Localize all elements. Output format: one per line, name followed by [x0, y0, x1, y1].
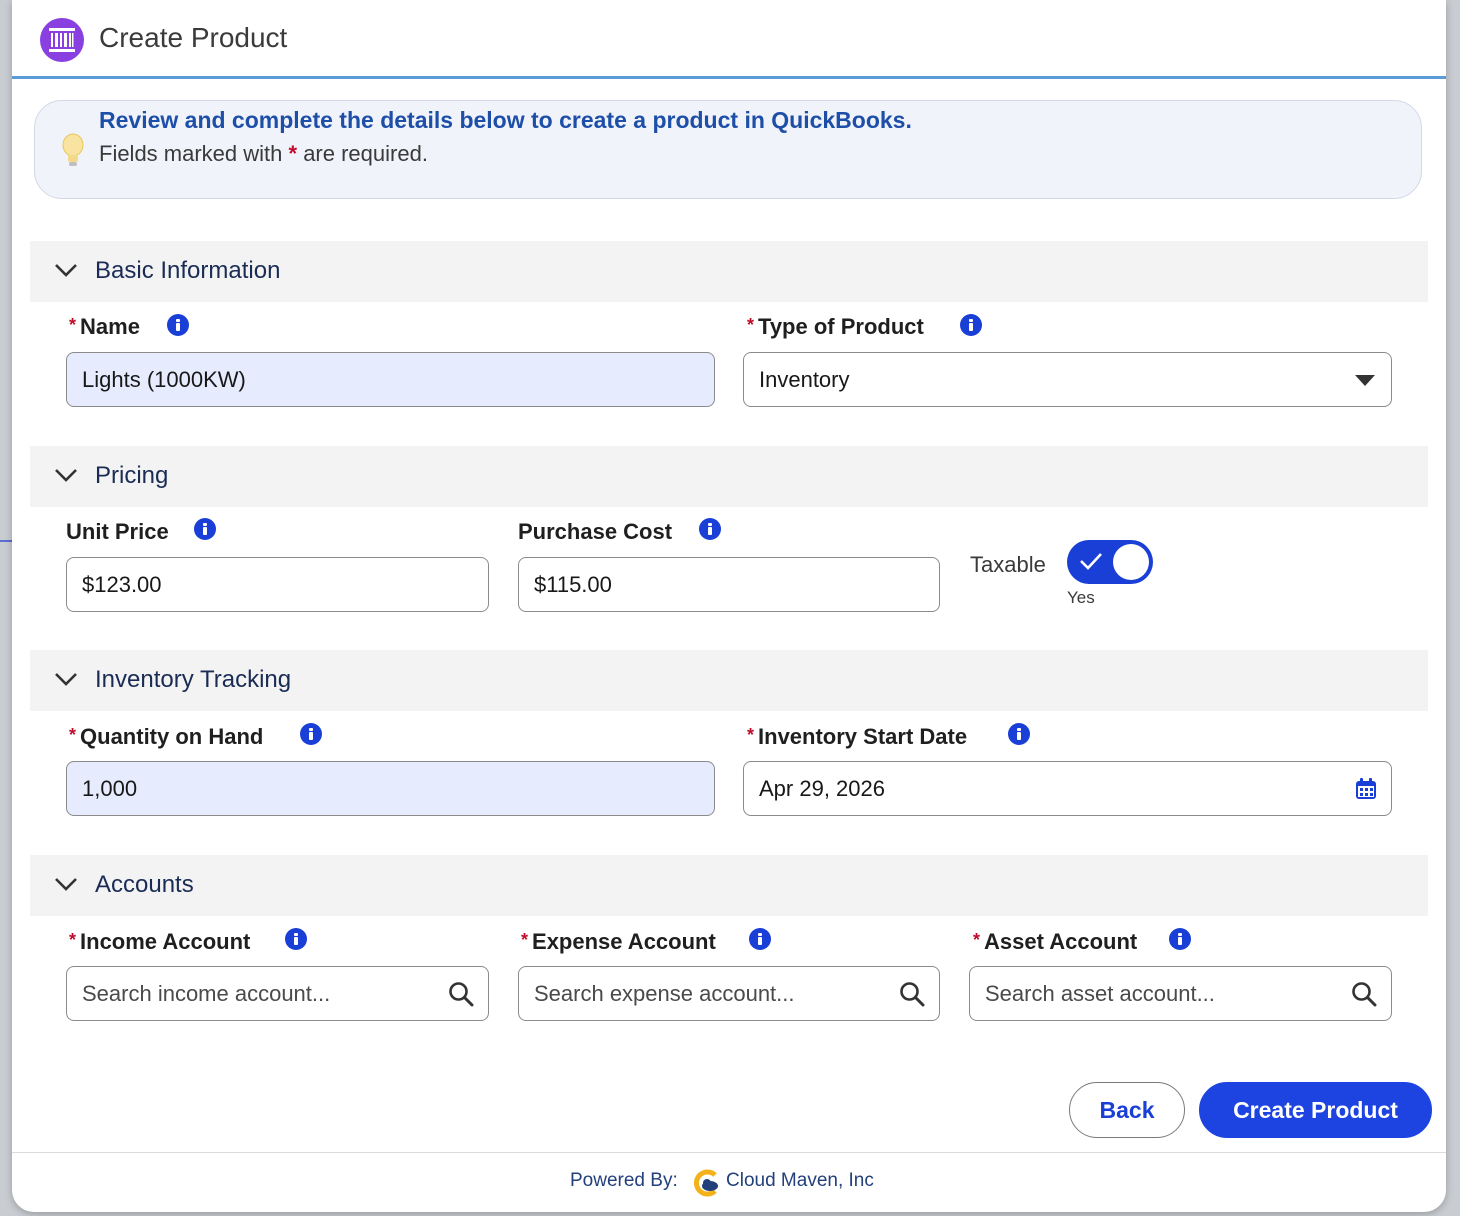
taxable-state: Yes	[1067, 588, 1095, 607]
name-input[interactable]: Lights (1000KW)	[66, 352, 715, 407]
notice-text-after: are required.	[297, 141, 428, 166]
info-icon[interactable]	[699, 518, 721, 540]
company-name: Cloud Maven, Inc	[726, 1170, 874, 1191]
info-icon[interactable]	[1169, 928, 1191, 950]
info-icon[interactable]	[1008, 723, 1030, 745]
notice-text-before: Fields marked with	[99, 141, 289, 166]
search-icon[interactable]	[448, 981, 474, 1007]
asset-account-search[interactable]: Search asset account...	[969, 966, 1392, 1021]
inventory-start-date-label: * Inventory Start Date	[747, 724, 968, 749]
inventory-start-date-input[interactable]: Apr 29, 2026	[743, 761, 1392, 816]
calendar-icon[interactable]	[1355, 778, 1377, 800]
chevron-down-icon	[55, 469, 77, 482]
section-accounts[interactable]: Accounts	[30, 855, 1428, 916]
modal-header: Create Product	[12, 0, 1446, 79]
type-of-product-label: * Type of Product	[747, 314, 924, 339]
modal-title: Create Product	[99, 22, 288, 53]
section-title: Basic Information	[95, 257, 281, 284]
info-notice: Review and complete the details below to…	[34, 100, 1422, 199]
unit-price-input[interactable]: $123.00	[66, 557, 489, 612]
asset-account-placeholder: Search asset account...	[985, 981, 1215, 1006]
backdrop-accent	[0, 540, 12, 542]
name-label: * Name	[69, 314, 140, 339]
lightbulb-icon	[62, 133, 84, 166]
section-pricing[interactable]: Pricing	[30, 446, 1428, 507]
asset-account-label: * Asset Account	[973, 929, 1138, 954]
info-icon[interactable]	[960, 314, 982, 336]
taxable-toggle[interactable]	[1067, 540, 1153, 584]
powered-by-label: Powered By:	[570, 1170, 678, 1191]
notice-headline: Review and complete the details below to…	[99, 107, 912, 133]
info-icon[interactable]	[749, 928, 771, 950]
info-icon[interactable]	[300, 723, 322, 745]
purchase-cost-input[interactable]: $115.00	[518, 557, 940, 612]
purchase-cost-label: Purchase Cost	[518, 519, 673, 544]
section-inventory-tracking[interactable]: Inventory Tracking	[30, 650, 1428, 711]
expense-account-placeholder: Search expense account...	[534, 981, 795, 1006]
chevron-down-icon	[55, 264, 77, 277]
expense-account-search[interactable]: Search expense account...	[518, 966, 940, 1021]
info-icon[interactable]	[167, 314, 189, 336]
income-account-placeholder: Search income account...	[82, 981, 331, 1006]
search-icon[interactable]	[899, 981, 925, 1007]
create-product-modal: Create Product Review and complete the d…	[12, 0, 1446, 1212]
chevron-down-icon	[55, 673, 77, 686]
footer-divider	[12, 1152, 1446, 1153]
quantity-on-hand-input[interactable]: 1,000	[66, 761, 715, 816]
create-product-button[interactable]: Create Product	[1199, 1082, 1432, 1138]
section-title: Pricing	[95, 462, 169, 489]
income-account-label: * Income Account	[69, 929, 251, 954]
toggle-knob	[1113, 544, 1149, 580]
quantity-on-hand-label: * Quantity on Hand	[69, 724, 264, 749]
required-star: *	[288, 141, 298, 166]
notice-required-hint: Fields marked with * are required.	[99, 141, 428, 167]
type-of-product-value: Inventory	[759, 367, 850, 392]
taxable-label: Taxable	[970, 552, 1046, 577]
start-date-value: Apr 29, 2026	[759, 776, 885, 801]
income-account-search[interactable]: Search income account...	[66, 966, 489, 1021]
section-title: Inventory Tracking	[95, 666, 292, 693]
info-icon[interactable]	[194, 518, 216, 540]
expense-account-label: * Expense Account	[521, 929, 716, 954]
back-button[interactable]: Back	[1069, 1082, 1185, 1138]
dropdown-caret-icon	[1355, 375, 1375, 386]
chevron-down-icon	[55, 878, 77, 891]
barcode-icon	[40, 18, 84, 62]
unit-price-label: Unit Price	[66, 519, 169, 544]
section-basic-information[interactable]: Basic Information	[30, 241, 1428, 302]
info-icon[interactable]	[285, 928, 307, 950]
cloud-maven-logo-icon	[694, 1169, 718, 1197]
section-title: Accounts	[95, 871, 194, 898]
search-icon[interactable]	[1351, 981, 1377, 1007]
type-of-product-select[interactable]: Inventory	[743, 352, 1392, 407]
checkmark-icon	[1080, 553, 1102, 570]
